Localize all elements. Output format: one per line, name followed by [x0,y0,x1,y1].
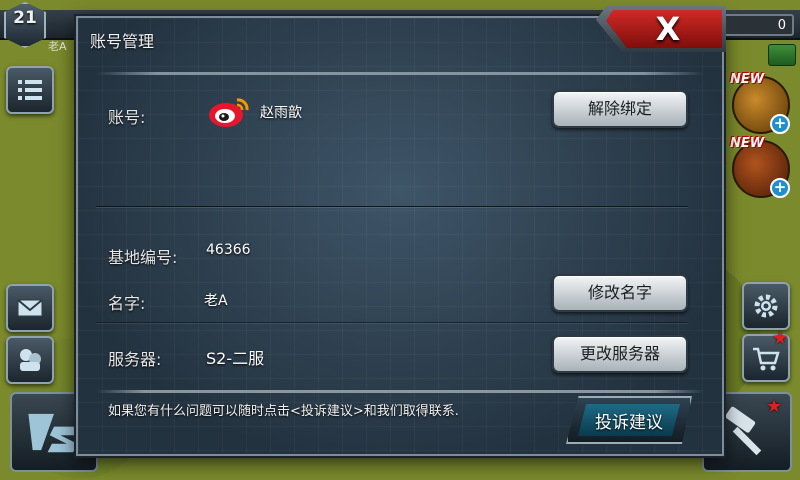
hud-player-name: 老A [48,40,67,53]
plus-icon: + [770,178,790,198]
plus-icon: + [770,114,790,134]
new-unit-offer-1[interactable]: NEW + [730,72,790,134]
settings-button[interactable] [742,282,790,330]
rename-button[interactable]: 修改名字 [552,274,688,312]
close-icon: X [655,10,681,48]
base-id-value: 46366 [206,242,251,258]
shop-notification-star-icon: ★ [772,328,789,349]
new-badge: NEW [730,136,765,151]
server-label: 服务器: [108,350,162,369]
dialog-title: 账号管理 [90,32,155,51]
alliance-icon [20,349,41,371]
name-label: 名字: [108,294,146,313]
alliance-button[interactable] [6,336,54,384]
build-notification-star-icon: ★ [766,396,783,417]
row-divider [96,322,688,323]
mail-icon [17,299,43,317]
resource-value: 0 [777,18,786,33]
base-id-label: 基地编号: [108,248,178,267]
feedback-button-label: 投诉建议 [595,412,663,433]
gear-icon [754,294,778,318]
account-value: 赵雨歆 [260,105,302,121]
new-badge: NEW [730,72,765,87]
list-icon [18,80,42,100]
change-server-button[interactable]: 更改服务器 [552,335,688,373]
footer-divider [96,390,704,393]
resource-counter: 0 [714,14,794,36]
unbind-button[interactable]: 解除绑定 [552,90,688,128]
title-divider [96,72,704,75]
new-unit-offer-2[interactable]: NEW + [730,136,790,198]
cash-icon[interactable] [768,44,796,66]
mail-button[interactable] [6,284,54,332]
name-value: 老A [204,293,228,309]
server-value: S2-二服 [206,349,265,368]
feedback-button[interactable]: 投诉建议 [566,396,692,444]
account-label: 账号: [108,108,146,127]
weibo-icon [209,98,249,127]
footer-help-text: 如果您有什么问题可以随时点击<投诉建议>和我们取得联系. [108,404,459,419]
section-divider [96,206,688,207]
level-number: 21 [13,8,37,28]
menu-list-button[interactable] [6,66,54,114]
